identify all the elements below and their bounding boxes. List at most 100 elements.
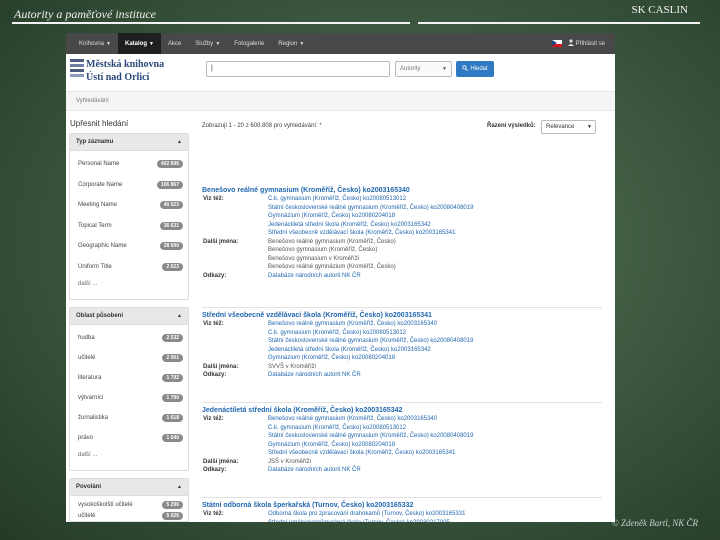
facet-item[interactable]: Topical Term 36 631 xyxy=(70,216,188,237)
record-row: Další jména: SVVŠ v Kroměříži xyxy=(202,364,602,373)
search-type-select[interactable]: Autority ▼ xyxy=(395,61,452,77)
record-see-link[interactable]: Střední všeobecně vzdělávací škola (Krom… xyxy=(268,450,455,456)
facet-item-label: hudba xyxy=(78,335,95,341)
user-icon xyxy=(567,39,574,48)
record-row: Viz též: Benešovo reálné gymnasium (Kromě… xyxy=(202,416,602,425)
facet-item[interactable]: literatura 1 792 xyxy=(70,368,188,388)
record-other-link[interactable]: Benešovo gymnasium v Kroměříži xyxy=(268,256,359,262)
record-title-link[interactable]: Státní odborná škola šperkařská (Turnov,… xyxy=(202,502,602,509)
record-links-link[interactable]: Databáze národních autorit NK ČR xyxy=(268,372,361,378)
facet-item[interactable]: Personal Name 402 696 xyxy=(70,154,188,175)
facet-item[interactable]: výtvarníci 1 790 xyxy=(70,388,188,408)
breadcrumb-current[interactable]: Vyhledávání xyxy=(76,98,109,104)
facet-item-count: 28 690 xyxy=(159,242,183,251)
facet-item[interactable]: učitelé 2 001 xyxy=(70,348,188,368)
nav-item-1[interactable]: Katalog ▼ xyxy=(117,33,161,54)
facet-item[interactable]: vysokoškolští učitelé 5 296 xyxy=(70,499,188,510)
record-row: Gymnázium (Kroměříž, Česko) ko2008020401… xyxy=(202,442,602,451)
record-divider xyxy=(202,402,602,403)
record-other-link[interactable]: Benešovo reálné gymnázium (Kroměříž, Čes… xyxy=(268,264,396,270)
facet-item[interactable]: hudba 2 532 xyxy=(70,328,188,348)
record-see-link[interactable]: Státní československé reálné gymnasium (… xyxy=(268,338,473,344)
record-row: Benešovo gymnasium v Kroměříži xyxy=(202,256,602,265)
facet-header[interactable]: Oblast působení ▲ xyxy=(70,308,188,325)
record-other-link[interactable]: Benešovo reálné gymnasium (Kroměříž, Čes… xyxy=(268,239,396,245)
facet-item-count: 1 540 xyxy=(162,434,183,442)
record-see-link[interactable]: Gymnázium (Kroměříž, Česko) ko2008020401… xyxy=(268,442,395,448)
record-row: Benešovo gymnasium (Kroměříž, Česko) xyxy=(202,247,602,256)
search-input[interactable]: | xyxy=(206,61,390,77)
record-title-link[interactable]: Benešovo reálné gymnasium (Kroměříž, Čes… xyxy=(202,187,602,194)
record-links-link[interactable]: Databáze národních autorit NK ČR xyxy=(268,467,361,473)
facet-item-label: Topical Term xyxy=(78,222,112,229)
facet-more-link[interactable]: další ... xyxy=(70,448,188,470)
slide-title: Autority a paměťové instituce xyxy=(14,7,156,21)
chevron-down-icon: ▼ xyxy=(587,124,592,130)
facet-item-label: literatura xyxy=(78,375,102,381)
facet-item-count: 2 001 xyxy=(162,354,183,362)
record-see-link[interactable]: Odborná škola pro zpracování drahokamů (… xyxy=(268,511,465,517)
nav-item-3[interactable]: Služby ▼ xyxy=(188,33,227,54)
facet-item[interactable]: Geographic Name 28 690 xyxy=(70,236,188,257)
facet-header[interactable]: Povolání ▲ xyxy=(70,479,188,496)
facet-item[interactable]: Uniform Title 2 623 xyxy=(70,257,188,278)
record-see-link[interactable]: Střední všeobecně vzdělávací škola (Krom… xyxy=(268,230,455,236)
logo-stripes-icon xyxy=(70,59,84,79)
facet-item-count: 2 623 xyxy=(162,262,183,271)
record-see-link[interactable]: Střední uměleckoprůmyslová škola (Turnov… xyxy=(268,520,450,523)
nav-item-label: Region xyxy=(278,40,298,47)
facet-item[interactable]: učitelé 5 026 xyxy=(70,510,188,521)
record-divider xyxy=(202,307,602,308)
login-link[interactable]: Přihlásit se xyxy=(576,41,605,47)
record-see-link[interactable]: Gymnázium (Kroměříž, Česko) ko2008020401… xyxy=(268,355,395,361)
record-row: Viz též: Benešovo reálné gymnasium (Kromě… xyxy=(202,321,602,330)
record-see-link[interactable]: Státní československé reálné gymnasium (… xyxy=(268,433,473,439)
nav-item-label: Služby xyxy=(195,40,214,47)
record-see-link[interactable]: Benešovo reálné gymnasium (Kroměříž, Čes… xyxy=(268,416,437,422)
facet-more-link[interactable]: další ... xyxy=(70,277,188,299)
facet-item[interactable]: Corporate Name 106 867 xyxy=(70,175,188,196)
record-other-link[interactable]: SVVŠ v Kroměříži xyxy=(268,364,316,370)
facet-sidebar: Upřesnit hledání Typ záznamu ▲ Personal Na… xyxy=(69,119,189,522)
record-row: Gymnázium (Kroměříž, Česko) ko2008020401… xyxy=(202,213,602,222)
record-other-link[interactable]: JSŠ v Kroměříži xyxy=(268,459,311,465)
record-see-link[interactable]: C.k. gymnasium (Kroměříž, Česko) ko20080… xyxy=(268,196,406,202)
library-logo[interactable]: Městská knihovna Ústí nad Orlicí xyxy=(68,55,193,90)
facet-item-label: Meeting Name xyxy=(78,202,118,209)
sort-select[interactable]: Relevance ▼ xyxy=(541,120,596,134)
record-see-link[interactable]: Benešovo reálné gymnasium (Kroměříž, Čes… xyxy=(268,321,437,327)
record-see-link[interactable]: Státní československé reálné gymnasium (… xyxy=(268,205,473,211)
facet-item-label: Corporate Name xyxy=(78,181,123,188)
facet-item[interactable]: Meeting Name 40 523 xyxy=(70,195,188,216)
record-title-link[interactable]: Jedenáctiletá střední škola (Kroměříž, Č… xyxy=(202,407,602,414)
facet-item-label: právo xyxy=(78,435,94,441)
nav-item-4[interactable]: Fotogalerie xyxy=(227,33,271,54)
nav-item-2[interactable]: Akce xyxy=(161,33,188,54)
record-row: Jedenáctiletá střední škola (Kroměříž, Č… xyxy=(202,347,602,356)
facet-list: Typ záznamu ▲ Personal Name 402 696 Corporat… xyxy=(69,133,189,522)
record-see-link[interactable]: Gymnázium (Kroměříž, Česko) ko2008020401… xyxy=(268,213,395,219)
record-label-links: Odkazy: xyxy=(203,272,227,279)
chevron-down-icon: ▼ xyxy=(106,40,111,47)
nav-item-0[interactable]: Knihovna ▼ xyxy=(72,33,118,54)
search-button[interactable]: Hledat xyxy=(456,61,494,77)
chevron-up-icon: ▲ xyxy=(177,313,182,319)
nav-item-5[interactable]: Region ▼ xyxy=(271,33,311,54)
facet-item[interactable]: žurnalistika 1 618 xyxy=(70,408,188,428)
facet-item[interactable]: právo 1 540 xyxy=(70,428,188,448)
record-links-link[interactable]: Databáze národních autorit NK ČR xyxy=(268,273,361,279)
record-see-link[interactable]: Jedenáctiletá střední škola (Kroměříž, Č… xyxy=(268,347,431,353)
record-label-see: Viz též: xyxy=(203,196,224,202)
facet-header[interactable]: Typ záznamu ▲ xyxy=(70,134,188,151)
facet-item-label: Personal Name xyxy=(78,161,120,168)
record-see-link[interactable]: C.k. gymnasium (Kroměříž, Česko) ko20080… xyxy=(268,425,406,431)
czech-flag-icon[interactable] xyxy=(551,40,562,47)
record-see-link[interactable]: Jedenáctiletá střední škola (Kroměříž, Č… xyxy=(268,222,431,228)
search-button-label: Hledat xyxy=(470,66,488,72)
sort-select-value: Relevance xyxy=(546,124,575,130)
record-see-link[interactable]: C.k. gymnasium (Kroměříž, Česko) ko20080… xyxy=(268,330,406,336)
facet-item-label: Uniform Title xyxy=(78,263,112,270)
chevron-down-icon: ▼ xyxy=(149,40,154,47)
record-title-link[interactable]: Střední všeobecně vzdělávací škola (Krom… xyxy=(202,312,602,319)
record-other-link[interactable]: Benešovo gymnasium (Kroměříž, Česko) xyxy=(268,247,377,253)
